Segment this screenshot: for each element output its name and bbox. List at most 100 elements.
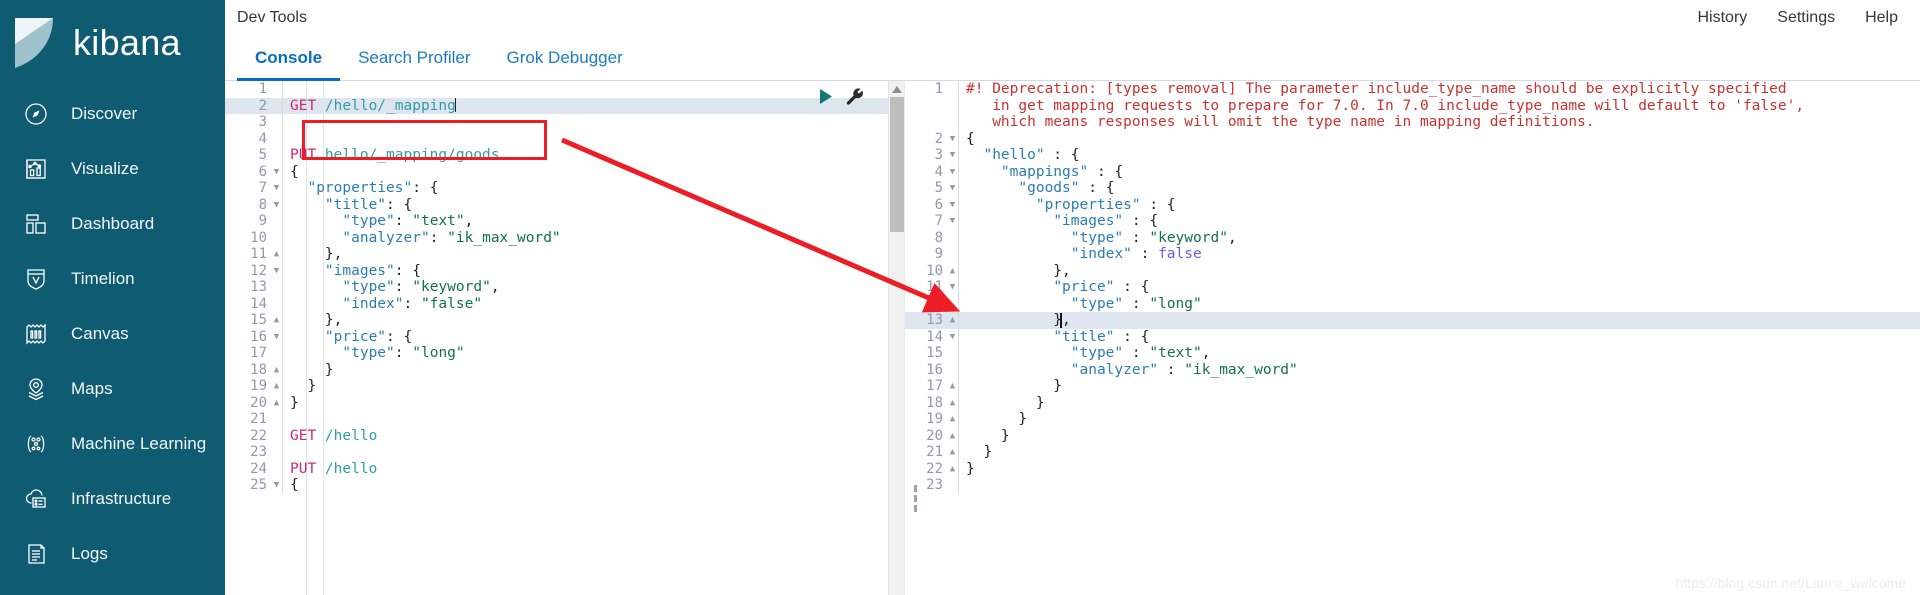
help-link[interactable]: Help [1865, 9, 1898, 27]
fold-toggle-icon[interactable]: ▲ [947, 395, 958, 412]
fold-toggle-icon[interactable]: ▼ [947, 147, 958, 164]
history-link[interactable]: History [1698, 9, 1748, 27]
code-line: 14 ▼ "title" : { [905, 328, 1920, 346]
sidebar-item-machine-learning[interactable]: Machine Learning [0, 416, 225, 471]
gutter-divider [282, 246, 283, 263]
page-title: Dev Tools [237, 8, 307, 26]
sidebar-item-visualize[interactable]: Visualize [0, 141, 225, 196]
code-line: 21 [225, 411, 904, 428]
code-text: }, [966, 312, 1071, 328]
sidebar-item-logs[interactable]: Logs [0, 526, 225, 581]
code-line: 15 ▲ }, [225, 312, 904, 329]
gutter-divider [958, 163, 959, 180]
fold-toggle-icon[interactable]: ▲ [947, 428, 958, 445]
dashboard-grid-icon [22, 210, 49, 237]
code-text: in get mapping requests to prepare for 7… [966, 97, 1805, 114]
sidebar-item-discover[interactable]: Discover [0, 86, 225, 141]
request-editor-pane[interactable]: 1 2 GET /hello/_mapping 3 4 5 PUT hello/_mappi… [225, 81, 904, 595]
code-line: 5 ▼ "goods" : { [905, 180, 1920, 197]
fold-toggle-icon[interactable]: ▼ [947, 329, 958, 346]
code-line: 1 #! Deprecation: [types removal] The par… [905, 81, 1920, 98]
fold-toggle-icon[interactable]: ▲ [271, 378, 282, 395]
tab-console[interactable]: Console [237, 48, 341, 81]
fold-toggle-icon[interactable]: ▲ [271, 395, 282, 412]
fold-toggle-icon[interactable]: ▼ [271, 329, 282, 346]
gutter-divider [282, 81, 283, 98]
fold-toggle-icon [947, 362, 958, 379]
gutter-divider [958, 229, 959, 246]
code-line: 18 ▲ } [225, 361, 904, 379]
fold-toggle-icon[interactable]: ▼ [271, 263, 282, 280]
code-text: "price": { [324, 328, 413, 345]
scrollbar-thumb[interactable] [890, 97, 904, 232]
code-line: 2 ▼{ [905, 130, 1920, 148]
code-line: 4 ▼ "mappings" : { [905, 163, 1920, 181]
gutter-divider [958, 180, 959, 197]
brand-header[interactable]: kibana [0, 0, 225, 86]
line-number: 14 [250, 295, 267, 312]
line-number: 24 [250, 460, 267, 477]
request-code[interactable]: 1 2 GET /hello/_mapping 3 4 5 PUT hello/_mappi… [225, 81, 904, 494]
fold-toggle-icon[interactable]: ▼ [947, 213, 958, 230]
fold-toggle-icon[interactable]: ▼ [947, 180, 958, 197]
fold-toggle-icon[interactable]: ▼ [947, 164, 958, 181]
tab-search-profiler[interactable]: Search Profiler [340, 48, 488, 80]
sidebar-item-canvas[interactable]: Canvas [0, 306, 225, 361]
machine-learning-nodes-icon [22, 430, 49, 457]
watermark: https://blog.csdn.net/Lance_welcome [1675, 575, 1906, 591]
sidebar-item-label: Discover [71, 103, 138, 123]
fold-toggle-icon[interactable]: ▲ [271, 246, 282, 263]
settings-link[interactable]: Settings [1777, 9, 1835, 27]
code-text: { [290, 477, 299, 493]
sidebar-item-infrastructure[interactable]: Infrastructure [0, 471, 225, 526]
fold-toggle-icon[interactable]: ▼ [271, 180, 282, 197]
fold-toggle-icon [947, 81, 958, 98]
gutter-divider [282, 97, 283, 114]
fold-toggle-icon[interactable]: ▲ [947, 312, 958, 329]
fold-toggle-icon[interactable]: ▼ [271, 164, 282, 181]
response-viewer-pane[interactable]: 1 #! Deprecation: [types removal] The par… [904, 81, 1920, 595]
sidebar-item-maps[interactable]: Maps [0, 361, 225, 416]
gutter-divider [958, 114, 959, 131]
tab-grok-debugger[interactable]: Grok Debugger [489, 48, 641, 80]
gutter-divider [282, 460, 283, 477]
pane-splitter[interactable] [904, 81, 926, 595]
gutter-divider [282, 147, 283, 164]
code-line: 10 "analyzer": "ik_max_word" [225, 229, 904, 246]
fold-toggle-icon[interactable]: ▼ [947, 197, 958, 214]
play-triangle-icon[interactable] [817, 88, 834, 110]
fold-toggle-icon [947, 230, 958, 247]
code-line: 5 PUT hello/_mapping/goods [225, 147, 904, 164]
fold-toggle-icon[interactable]: ▲ [271, 312, 282, 329]
request-scrollbar[interactable] [888, 81, 904, 595]
chevron-up-icon[interactable] [889, 81, 904, 97]
fold-toggle-icon[interactable]: ▲ [947, 263, 958, 280]
infrastructure-cloud-icon [22, 485, 49, 512]
code-text: "hello" : { [983, 147, 1080, 163]
fold-toggle-icon[interactable]: ▲ [947, 378, 958, 395]
gutter-divider [282, 262, 283, 279]
fold-toggle-icon[interactable]: ▲ [271, 362, 282, 379]
sidebar-item-dashboard[interactable]: Dashboard [0, 196, 225, 251]
code-text: GET /hello [290, 427, 378, 444]
fold-toggle-icon[interactable]: ▼ [947, 131, 958, 148]
gutter-divider [958, 81, 959, 98]
code-line: 15 "type" : "text", [905, 345, 1920, 362]
fold-toggle-icon[interactable]: ▼ [271, 197, 282, 214]
gutter-divider [282, 130, 283, 147]
code-line: 17 "type": "long" [225, 345, 904, 362]
wrench-icon[interactable] [845, 87, 864, 111]
fold-toggle-icon[interactable]: ▼ [271, 477, 282, 494]
code-line: 12 ▼ "images": { [225, 262, 904, 280]
fold-toggle-icon [271, 444, 282, 461]
fold-toggle-icon[interactable]: ▲ [947, 411, 958, 428]
fold-toggle-icon[interactable]: ▲ [947, 461, 958, 478]
fold-toggle-icon[interactable]: ▼ [947, 279, 958, 296]
fold-toggle-icon [271, 345, 282, 362]
line-number: 18 [250, 361, 267, 378]
sidebar-item-timelion[interactable]: Timelion [0, 251, 225, 306]
code-line: 8 "type" : "keyword", [905, 229, 1920, 247]
fold-toggle-icon[interactable]: ▲ [947, 444, 958, 461]
